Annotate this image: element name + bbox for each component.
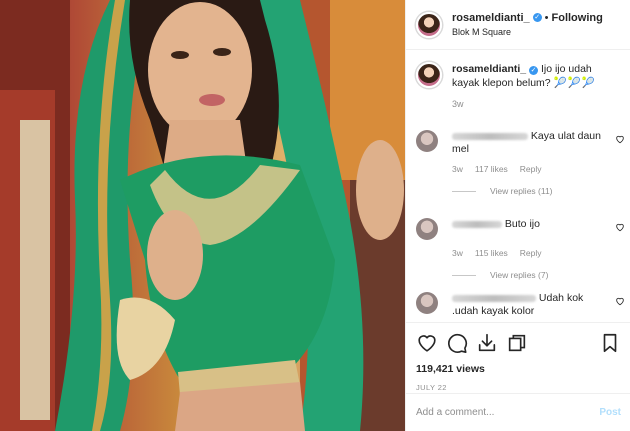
share-icon[interactable]: [476, 332, 498, 354]
view-replies-label: View replies (7): [490, 270, 549, 280]
caption-author-avatar[interactable]: [416, 62, 442, 88]
comment-like-heart-icon[interactable]: [615, 134, 625, 144]
comment-likes[interactable]: 115 likes: [475, 248, 508, 258]
following-button[interactable]: Following: [552, 11, 603, 25]
caption-age: 3w: [452, 99, 464, 109]
post-photo-illustration: [0, 0, 405, 431]
add-comment-input[interactable]: [416, 407, 596, 418]
post-sidebar: rosameldianti_ ✓ • Following Blok M Squa…: [405, 0, 630, 431]
comment-like-heart-icon[interactable]: [615, 296, 625, 306]
comment-text: Buto ijo: [504, 218, 540, 230]
commenter-avatar[interactable]: [416, 130, 438, 152]
author-avatar[interactable]: [416, 11, 442, 38]
comment-item: Udah kok .udah kayak kolor: [416, 292, 630, 318]
post-photo[interactable]: [0, 0, 405, 431]
comment-item: Buto ijo 3w 115 likes Reply View replies…: [416, 218, 630, 280]
blurred-username: [452, 132, 528, 140]
heart-icon[interactable]: [416, 332, 438, 354]
bookmark-icon[interactable]: [599, 332, 621, 354]
comment-icon[interactable]: [446, 332, 468, 354]
comment-age: 3w: [452, 248, 463, 258]
comment-reply-button[interactable]: Reply: [520, 164, 542, 174]
author-username[interactable]: rosameldianti_: [452, 11, 530, 25]
view-replies-label: View replies (11): [490, 186, 553, 196]
post-comment-button[interactable]: Post: [599, 407, 621, 418]
post-date: JULY 22: [416, 383, 447, 392]
caption-username[interactable]: rosameldianti_: [452, 63, 526, 75]
post-header: rosameldianti_ ✓ • Following Blok M Squa…: [406, 0, 630, 50]
blurred-username: [452, 220, 502, 228]
divider-line: [452, 190, 476, 192]
view-count[interactable]: 119,421 views: [416, 363, 621, 375]
comment-likes[interactable]: 117 likes: [475, 164, 508, 174]
divider-line: [452, 274, 476, 276]
copy-icon[interactable]: [506, 332, 528, 354]
commenter-avatar[interactable]: [416, 218, 438, 240]
view-replies-button[interactable]: View replies (7): [416, 270, 630, 280]
separator-dot: •: [544, 11, 549, 24]
caption-emojis: 🎾🎾🎾: [553, 77, 596, 89]
blurred-username: [452, 294, 536, 302]
commenter-avatar[interactable]: [416, 292, 438, 314]
comment-age: 3w: [452, 164, 463, 174]
comment-item: Kaya ulat daun mel 3w 117 likes Reply Vi…: [416, 130, 630, 196]
verified-badge-icon: ✓: [532, 13, 542, 22]
add-comment-bar: Post: [406, 393, 630, 431]
view-replies-button[interactable]: View replies (11): [416, 186, 630, 196]
comment-like-heart-icon[interactable]: [615, 222, 625, 232]
verified-badge-icon: ✓: [529, 66, 539, 75]
post-actions: 119,421 views JULY 22: [406, 322, 630, 392]
location-link[interactable]: Blok M Square: [452, 25, 603, 39]
caption: rosameldianti_ ✓ Ijo ijo udah kayak klep…: [406, 50, 630, 111]
comment-reply-button[interactable]: Reply: [520, 248, 542, 258]
